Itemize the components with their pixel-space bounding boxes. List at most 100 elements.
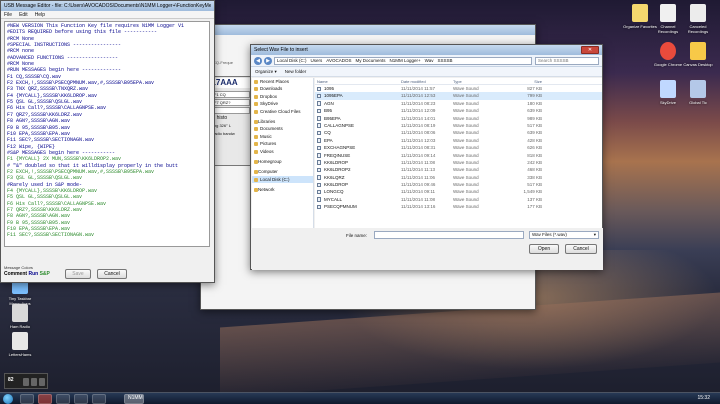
taskbar-app-n1mm[interactable] [74,394,88,404]
column-type[interactable]: Type [451,78,509,84]
nav-item[interactable]: Documents [252,125,313,132]
breadcrumb-item[interactable]: N1MM Logger+ [389,58,420,63]
wav-file-icon [317,108,321,114]
file-row[interactable]: KK6LDROP2 11/11/2014 11:13 Wave Sound 468 K… [315,166,602,173]
nav-item[interactable]: Pictures [252,140,313,147]
nav-item[interactable]: Creative Cloud Files [252,108,313,115]
folder-icon [254,188,258,193]
file-row[interactable]: CALLAGNPSE 11/11/2014 08:19 Wave Sound 517 … [315,122,602,129]
desktop-icon[interactable]: Ham Radio [2,304,38,329]
filename-input[interactable] [374,231,524,239]
save-button[interactable]: Save [65,269,91,279]
file-name-text: EPA [324,137,333,143]
close-icon[interactable]: ✕ [581,46,599,54]
file-row[interactable]: EPA 11/11/2014 12:03 Wave Sound 428 KB [315,137,602,144]
select-wav-dialog[interactable]: Select Wav File to insert ✕ ◀ ▶ Local Di… [250,44,603,270]
search-input[interactable]: Search SSSSB [535,56,599,65]
open-button[interactable]: Open [529,244,559,254]
file-row[interactable]: B95EPA 11/11/2014 14:01 Wave Sound 989 KB [315,115,602,122]
wav-file-icon [317,197,321,202]
desktop-icon[interactable]: LettersHams [2,332,38,357]
folder-icon [254,109,258,114]
file-row[interactable]: FREQINUSE 11/11/2014 09:14 Wave Sound 818 K… [315,152,602,159]
file-row[interactable]: CQ 11/11/2014 08:06 Wave Sound 639 KB [315,129,602,136]
desktop-icon-label: LettersHams [8,352,32,357]
n1mm-button[interactable] [212,107,250,114]
file-row[interactable]: LONGCQ 11/11/2014 09:11 Wave Sound 1,549 KB [315,188,602,195]
breadcrumb-item[interactable]: AVOCADOS [326,58,351,63]
file-row[interactable]: AGN 11/11/2014 08:23 Wave Sound 180 KB [315,100,602,107]
folder-icon [254,127,258,132]
nav-item-label: Documents [260,126,283,132]
slider-knob[interactable] [23,378,29,386]
file-name-text: CALLAGNPSE [324,122,355,128]
slider-knob[interactable] [39,378,45,386]
column-date[interactable]: Date modified [399,78,451,84]
message-text-area[interactable]: #NEW VERSION This Function Key file requ… [4,21,210,247]
cancel-button[interactable]: Cancel [97,269,127,279]
start-button[interactable] [3,394,13,404]
organize-button[interactable]: Organize ▾ [255,69,277,75]
file-row[interactable]: B95 11/11/2014 12:09 Wave Sound 639 KB [315,107,602,114]
file-row[interactable]: 1095 11/11/2014 11:57 Wave Sound 827 KB [315,85,602,92]
file-row[interactable]: MYCALL 11/11/2014 11:08 Wave Sound 137 KB [315,196,602,203]
file-name-text: AGN [324,100,334,106]
nav-item[interactable]: Network [252,186,313,193]
nav-item[interactable]: Recent Places [252,78,313,85]
breadcrumb-item[interactable]: Users [311,58,323,63]
column-name[interactable]: Name [315,78,399,84]
file-type: Wave Sound [453,100,479,106]
file-row[interactable]: KK6LDROP 11/11/2014 11:08 Wave Sound 242 KB [315,159,602,166]
taskbar-app-explorer[interactable] [20,394,34,404]
desktop-icon[interactable]: Global Tic [680,80,716,105]
file-row[interactable]: KK6LQRZ 11/11/2014 11:06 Wave Sound 338 KB [315,174,602,181]
dialog-titlebar[interactable]: Select Wav File to insert ✕ [251,45,602,55]
file-row[interactable]: 1095EPA 11/11/2014 12:53 Wave Sound 799 KB [315,92,602,100]
file-row[interactable]: PSECQPMNUM 11/11/2014 13:16 Wave Sound 177 … [315,203,602,210]
n1mm-titlebar[interactable] [201,25,535,35]
nav-item[interactable]: Libraries [252,118,313,125]
nav-item[interactable]: SkyDrive [252,100,313,107]
nav-item[interactable]: Local Disk (C:) [252,175,313,184]
slider-knob[interactable] [31,378,37,386]
nav-item[interactable]: Dropbox [252,93,313,100]
nav-item[interactable]: Videos [252,148,313,155]
nav-item[interactable]: Homegroup [252,158,313,165]
file-rows: 1095 11/11/2014 11:57 Wave Sound 827 KB 1095… [315,85,602,211]
folder-icon [254,142,258,147]
new-folder-button[interactable]: New folder [285,69,307,74]
file-size: 177 KB [527,204,542,210]
forward-icon[interactable]: ▶ [264,56,272,65]
breadcrumb[interactable]: Local Disk (C:) Users AVOCADOS My Docume… [274,56,532,65]
legend-sp: S&P [39,271,50,277]
breadcrumb-item[interactable]: SSSSB [437,58,452,63]
back-icon[interactable]: ◀ [254,56,262,65]
breadcrumb-item[interactable]: My Documents [355,58,385,63]
file-type: Wave Sound [453,182,479,188]
message-editor-window[interactable]: USB Message Editor - file: C:\Users\AVOC… [0,0,215,283]
taskbar-app-media[interactable] [56,394,70,404]
dialog-cancel-button[interactable]: Cancel [565,244,597,254]
breadcrumb-item[interactable]: Wav [425,58,434,63]
file-row[interactable]: KK6LDROP 11/11/2014 09:46 Wave Sound 517 KB [315,181,602,188]
filetype-select[interactable]: Wav Files (*.wav) ▾ [529,231,599,239]
nav-item[interactable]: Music [252,133,313,140]
file-size: 468 KB [527,167,542,173]
taskbar-app-folder[interactable] [92,394,106,404]
desktop-icon[interactable]: Canvas Desktop [680,42,716,67]
file-row[interactable]: EXCHAGNPSE 11/11/2014 08:31 Wave Sound 626 … [315,144,602,151]
n1mm-button[interactable]: F7 QRZ? [212,99,250,106]
nav-item[interactable]: Computer [252,168,313,175]
file-date: 11/11/2014 14:01 [401,115,436,121]
menu-edit[interactable]: Edit [19,12,28,18]
column-size[interactable]: Size [509,78,544,84]
menu-file[interactable]: File [4,12,12,18]
callsign-entry[interactable]: L7AAA [210,78,252,88]
nav-item[interactable]: Downloads [252,85,313,92]
editor-titlebar[interactable]: USB Message Editor - file: C:\Users\AVOC… [1,1,214,11]
breadcrumb-item[interactable]: Local Disk (C:) [277,58,307,63]
taskbar-app-chrome[interactable] [38,394,52,404]
desktop-icon[interactable]: Canceled Recordings [680,4,716,34]
n1mm-button[interactable]: F1 CQ [212,91,250,98]
menu-help[interactable]: Help [35,12,45,18]
